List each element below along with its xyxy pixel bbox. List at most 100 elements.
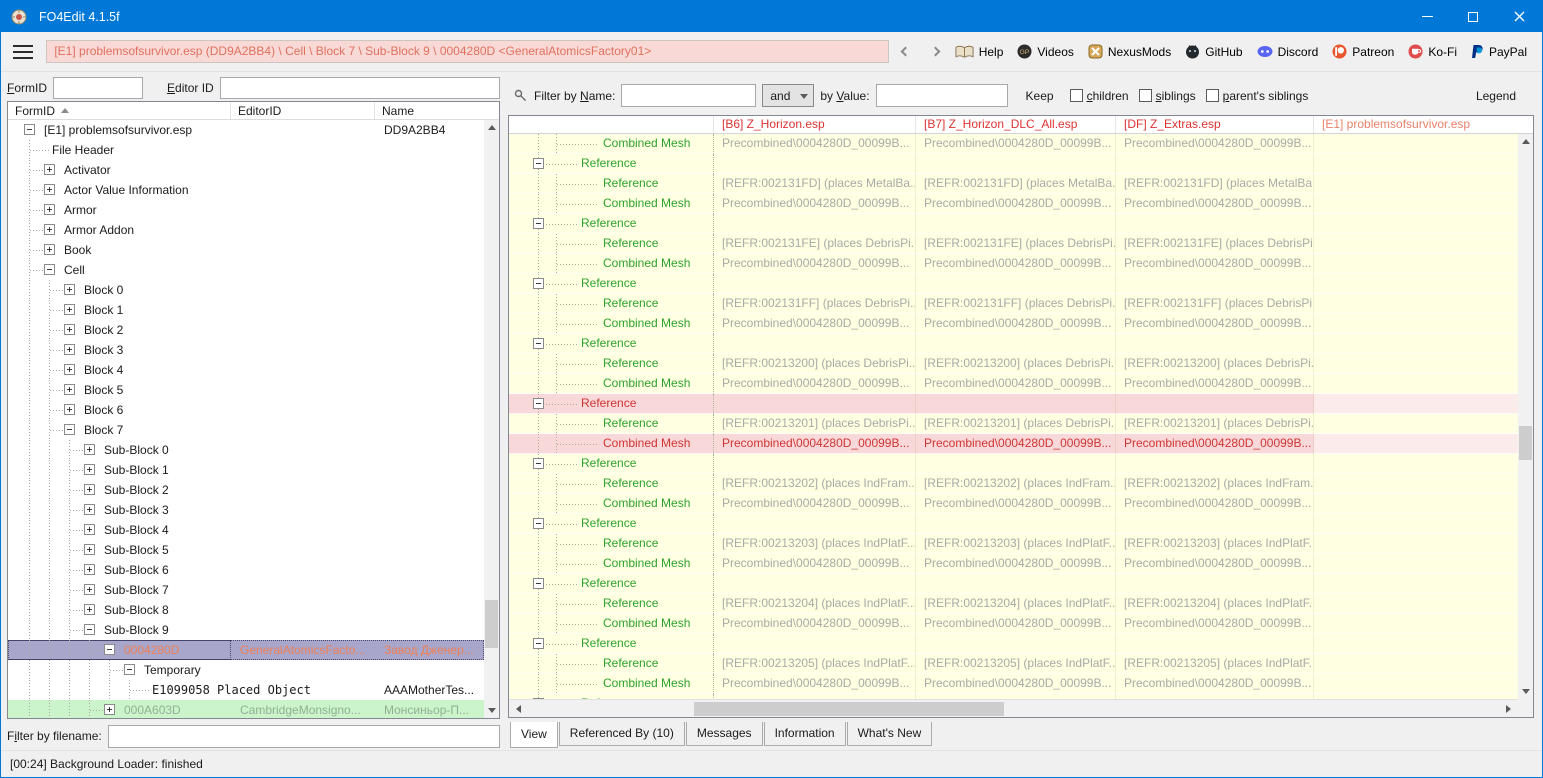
collapse-icon[interactable]	[533, 518, 544, 529]
tree-row[interactable]: Block 5	[8, 380, 484, 400]
collapse-icon[interactable]	[533, 218, 544, 229]
grid-value-cell[interactable]	[1314, 574, 1518, 594]
tab-information[interactable]: Information	[763, 722, 846, 746]
filename-filter-input[interactable]	[107, 724, 500, 748]
expand-icon[interactable]	[84, 584, 95, 595]
grid-row[interactable]: Combined Mesh Precombined\0004280D_00099B…	[509, 314, 1518, 334]
grid-value-cell[interactable]: [REFR:002131FD] (places MetalBa...	[1116, 174, 1314, 194]
expand-icon[interactable]	[84, 464, 95, 475]
collapse-icon[interactable]	[533, 338, 544, 349]
collapse-icon[interactable]	[44, 264, 55, 275]
grid-value-cell[interactable]	[1314, 394, 1518, 414]
grid-value-cell[interactable]: Precombined\0004280D_00099B...	[714, 374, 916, 394]
expand-icon[interactable]	[64, 364, 75, 375]
grid-value-cell[interactable]	[714, 634, 916, 654]
grid-value-cell[interactable]: [REFR:00213204] (places IndPlatF...	[1116, 594, 1314, 614]
grid-value-cell[interactable]: [REFR:00213200] (places DebrisPi...	[714, 354, 916, 374]
grid-value-cell[interactable]: [REFR:002131FD] (places MetalBa...	[916, 174, 1116, 194]
grid-value-cell[interactable]	[1314, 294, 1518, 314]
grid-value-cell[interactable]: [REFR:00213203] (places IndPlatF...	[916, 534, 1116, 554]
grid-value-cell[interactable]: [REFR:002131FD] (places MetalBa...	[714, 174, 916, 194]
grid-value-cell[interactable]: [REFR:00213202] (places IndFram...	[1116, 474, 1314, 494]
tree-row[interactable]: Block 6	[8, 400, 484, 420]
tab-messages[interactable]: Messages	[685, 722, 763, 746]
grid-row[interactable]: Reference	[509, 154, 1518, 174]
grid-value-cell[interactable]	[1314, 334, 1518, 354]
grid-value-cell[interactable]	[1116, 274, 1314, 294]
collapse-icon[interactable]	[64, 424, 75, 435]
grid-row[interactable]: Combined Mesh Precombined\0004280D_00099B…	[509, 434, 1518, 454]
tree-row[interactable]: Sub-Block 9	[8, 620, 484, 640]
grid-value-cell[interactable]	[1314, 134, 1518, 154]
grid-value-cell[interactable]	[714, 574, 916, 594]
grid-value-cell[interactable]: Precombined\0004280D_00099B...	[714, 614, 916, 634]
grid-value-cell[interactable]	[916, 514, 1116, 534]
grid-value-cell[interactable]	[1314, 634, 1518, 654]
grid-value-cell[interactable]	[1314, 214, 1518, 234]
grid-value-cell[interactable]	[916, 334, 1116, 354]
tree-row[interactable]: File Header	[8, 140, 484, 160]
formid-input[interactable]	[53, 77, 144, 99]
tree-row[interactable]: 000A603D CambridgeMonsigno... Монсиньор-П.…	[8, 700, 484, 718]
link-help[interactable]: Help	[948, 45, 1011, 59]
grid-value-cell[interactable]	[916, 394, 1116, 414]
grid-value-cell[interactable]: Precombined\0004280D_00099B...	[916, 374, 1116, 394]
tree-row[interactable]: Sub-Block 1	[8, 460, 484, 480]
expand-icon[interactable]	[84, 444, 95, 455]
scroll-left-button[interactable]	[509, 701, 524, 717]
grid-value-cell[interactable]: Precombined\0004280D_00099B...	[1116, 374, 1314, 394]
tree-row[interactable]: Book	[8, 240, 484, 260]
grid-value-cell[interactable]	[1116, 454, 1314, 474]
collapse-icon[interactable]	[24, 124, 35, 135]
tree-row[interactable]: Sub-Block 2	[8, 480, 484, 500]
grid-value-cell[interactable]: Precombined\0004280D_00099B...	[714, 314, 916, 334]
grid-value-cell[interactable]: Precombined\0004280D_00099B...	[1116, 614, 1314, 634]
grid-value-cell[interactable]	[714, 514, 916, 534]
grid-value-cell[interactable]: [REFR:00213203] (places IndPlatF...	[1116, 534, 1314, 554]
expand-icon[interactable]	[64, 384, 75, 395]
collapse-icon[interactable]	[533, 278, 544, 289]
grid-value-cell[interactable]: [REFR:00213205] (places IndPlatF...	[916, 654, 1116, 674]
grid-value-cell[interactable]: Precombined\0004280D_00099B...	[1116, 554, 1314, 574]
grid-column-header[interactable]: [B6] Z_Horizon.esp	[714, 116, 916, 133]
grid-column-header[interactable]: [DF] Z_Extras.esp	[1116, 116, 1314, 133]
scroll-up-button[interactable]	[1518, 134, 1533, 149]
checkbox-icon[interactable]	[1138, 89, 1152, 102]
grid-value-cell[interactable]	[1314, 674, 1518, 694]
checkbox-icon[interactable]	[1205, 89, 1219, 102]
grid-row[interactable]: Reference [REFR:00213200] (places DebrisP…	[509, 354, 1518, 374]
grid-row[interactable]: Reference	[509, 274, 1518, 294]
grid-row[interactable]: Combined Mesh Precombined\0004280D_00099B…	[509, 554, 1518, 574]
grid-value-cell[interactable]	[714, 274, 916, 294]
grid-value-cell[interactable]: Precombined\0004280D_00099B...	[1116, 254, 1314, 274]
filter-name-input[interactable]	[621, 84, 757, 107]
tree-row[interactable]: Sub-Block 8	[8, 600, 484, 620]
grid-value-cell[interactable]: [REFR:00213200] (places DebrisPi...	[916, 354, 1116, 374]
grid-value-cell[interactable]	[1116, 394, 1314, 414]
tree-row[interactable]: Sub-Block 5	[8, 540, 484, 560]
grid-value-cell[interactable]	[1314, 434, 1518, 454]
expand-icon[interactable]	[104, 704, 115, 715]
grid-row[interactable]: Reference	[509, 514, 1518, 534]
expand-icon[interactable]	[84, 544, 95, 555]
tree-row[interactable]: Temporary	[8, 660, 484, 680]
link-nexusmods[interactable]: NexusMods	[1081, 44, 1178, 59]
grid-row[interactable]: Combined Mesh Precombined\0004280D_00099B…	[509, 134, 1518, 154]
expand-icon[interactable]	[84, 504, 95, 515]
grid-value-cell[interactable]: [REFR:00213201] (places DebrisPi...	[1116, 414, 1314, 434]
link-videos[interactable]: GP Videos	[1010, 44, 1080, 59]
grid-value-cell[interactable]	[1314, 234, 1518, 254]
editorid-input[interactable]	[219, 77, 500, 99]
collapse-icon[interactable]	[533, 638, 544, 649]
expand-icon[interactable]	[64, 304, 75, 315]
grid-column-header[interactable]: [B7] Z_Horizon_DLC_All.esp	[916, 116, 1116, 133]
expand-icon[interactable]	[44, 164, 55, 175]
tree-row[interactable]: [E1] problemsofsurvivor.esp DD9A2BB4	[8, 120, 484, 140]
tree-row[interactable]: Sub-Block 6	[8, 560, 484, 580]
grid-value-cell[interactable]	[1116, 334, 1314, 354]
checkbox-icon[interactable]	[1069, 89, 1083, 102]
grid-value-cell[interactable]: [REFR:00213203] (places IndPlatF...	[714, 534, 916, 554]
grid-value-cell[interactable]	[1314, 174, 1518, 194]
grid-value-cell[interactable]: Precombined\0004280D_00099B...	[1116, 494, 1314, 514]
tree-row[interactable]: E1099058 Placed Object AAAMotherTes...	[8, 680, 484, 700]
